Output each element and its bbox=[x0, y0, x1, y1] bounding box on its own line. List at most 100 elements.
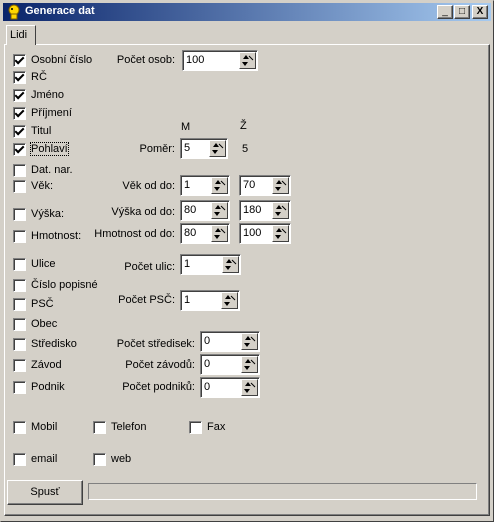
value-pocet-stredisek: 0 bbox=[204, 335, 211, 347]
spin-arrows-icon[interactable] bbox=[241, 379, 258, 396]
label-pocet-psc: Počet PSČ: bbox=[118, 294, 175, 306]
checkbox-rc[interactable] bbox=[13, 71, 26, 84]
label-stredisko: Středisko bbox=[31, 338, 77, 350]
label-mobil: Mobil bbox=[31, 421, 58, 433]
label-prijmeni: Příjmení bbox=[31, 107, 72, 119]
label-email: email bbox=[31, 453, 58, 465]
value-pocet-ulic: 1 bbox=[184, 258, 191, 270]
label-hmotnost-od-do: Hmotnost od do: bbox=[94, 228, 175, 240]
checkbox-dat-nar[interactable] bbox=[13, 164, 26, 177]
label-titul: Titul bbox=[31, 125, 52, 137]
label-pocet-osob: Počet osob: bbox=[116, 54, 175, 66]
spin-arrows-icon[interactable] bbox=[241, 333, 258, 350]
value-pomer-z: 5 bbox=[242, 143, 249, 155]
label-pomer: Poměr: bbox=[139, 143, 175, 155]
spin-arrows-icon[interactable] bbox=[221, 292, 238, 309]
label-obec: Obec bbox=[31, 318, 58, 330]
value-vek-od: 1 bbox=[184, 179, 191, 191]
minimize-button[interactable]: _ bbox=[437, 5, 453, 19]
label-ulice: Ulice bbox=[31, 258, 56, 270]
value-pocet-zavodu: 0 bbox=[204, 358, 211, 370]
value-pocet-osob: 100 bbox=[186, 54, 205, 66]
checkbox-hmotnost[interactable] bbox=[13, 230, 26, 243]
spin-vek-od[interactable]: 1 bbox=[180, 175, 230, 196]
label-rc: RČ bbox=[31, 71, 47, 83]
spin-arrows-icon[interactable] bbox=[211, 177, 228, 194]
label-jmeno: Jméno bbox=[31, 89, 65, 101]
checkbox-osobni-cislo[interactable] bbox=[13, 54, 26, 67]
checkbox-pohlavi[interactable] bbox=[13, 143, 26, 156]
spin-vek-do[interactable]: 70 bbox=[239, 175, 291, 196]
window-title: Generace dat bbox=[25, 5, 95, 17]
spustit-button[interactable]: Spusť bbox=[7, 480, 83, 505]
value-hmotnost-do: 100 bbox=[243, 227, 262, 239]
label-zavod: Závod bbox=[31, 359, 62, 371]
header-z: Ž bbox=[240, 120, 247, 132]
spin-arrows-icon[interactable] bbox=[222, 256, 239, 273]
checkbox-cislo-popisne[interactable] bbox=[13, 279, 26, 292]
value-hmotnost-od: 80 bbox=[184, 227, 197, 239]
header-m: M bbox=[181, 121, 191, 133]
spin-arrows-icon[interactable] bbox=[239, 52, 256, 69]
label-web: web bbox=[111, 453, 132, 465]
checkbox-podnik[interactable] bbox=[13, 381, 26, 394]
spin-hmotnost-od[interactable]: 80 bbox=[180, 223, 230, 244]
spin-pomer[interactable]: 5 bbox=[180, 138, 228, 159]
spin-arrows-icon[interactable] bbox=[211, 225, 228, 242]
checkbox-web[interactable] bbox=[93, 453, 106, 466]
spin-vyska-od[interactable]: 80 bbox=[180, 200, 230, 221]
spin-arrows-icon[interactable] bbox=[209, 140, 226, 157]
checkbox-vyska[interactable] bbox=[13, 208, 26, 221]
spin-hmotnost-do[interactable]: 100 bbox=[239, 223, 291, 244]
label-pohlavi: Pohlaví bbox=[30, 142, 69, 156]
label-vyska: Výška: bbox=[31, 208, 65, 220]
value-pocet-podniku: 0 bbox=[204, 381, 211, 393]
spin-arrows-icon[interactable] bbox=[272, 225, 289, 242]
spin-arrows-icon[interactable] bbox=[211, 202, 228, 219]
label-pocet-zavodu: Počet závodů: bbox=[125, 359, 195, 371]
app-icon bbox=[8, 4, 20, 20]
spin-vyska-do[interactable]: 180 bbox=[239, 200, 291, 221]
label-vek: Věk: bbox=[31, 180, 54, 192]
label-podnik: Podnik bbox=[31, 381, 65, 393]
label-psc: PSČ bbox=[31, 298, 54, 310]
spin-pocet-podniku[interactable]: 0 bbox=[200, 377, 260, 398]
label-telefon: Telefon bbox=[111, 421, 147, 433]
value-vyska-do: 180 bbox=[243, 204, 262, 216]
spin-arrows-icon[interactable] bbox=[272, 177, 289, 194]
checkbox-psc[interactable] bbox=[13, 298, 26, 311]
checkbox-email[interactable] bbox=[13, 453, 26, 466]
checkbox-stredisko[interactable] bbox=[13, 338, 26, 351]
spin-arrows-icon[interactable] bbox=[241, 356, 258, 373]
progress-bar bbox=[88, 483, 477, 500]
checkbox-telefon[interactable] bbox=[93, 421, 106, 434]
label-hmotnost: Hmotnost: bbox=[31, 230, 82, 242]
spin-arrows-icon[interactable] bbox=[272, 202, 289, 219]
checkbox-vek[interactable] bbox=[13, 180, 26, 193]
checkbox-ulice[interactable] bbox=[13, 258, 26, 271]
checkbox-zavod[interactable] bbox=[13, 359, 26, 372]
checkbox-fax[interactable] bbox=[189, 421, 202, 434]
spin-pocet-osob[interactable]: 100 bbox=[182, 50, 258, 71]
label-dat-nar: Dat. nar. bbox=[31, 164, 73, 176]
checkbox-jmeno[interactable] bbox=[13, 89, 26, 102]
label-pocet-ulic: Počet ulic: bbox=[124, 261, 175, 273]
value-pomer: 5 bbox=[184, 142, 191, 154]
tab-lidi[interactable]: Lidi bbox=[6, 25, 36, 45]
checkbox-mobil[interactable] bbox=[13, 421, 26, 434]
spin-pocet-psc[interactable]: 1 bbox=[180, 290, 240, 311]
value-vek-do: 70 bbox=[243, 179, 256, 191]
checkbox-prijmeni[interactable] bbox=[13, 107, 26, 120]
label-fax: Fax bbox=[207, 421, 226, 433]
close-button[interactable]: X bbox=[472, 5, 488, 19]
tab-label: Lidi bbox=[10, 29, 28, 41]
main-window: Generace dat _ □ X Lidi Osobní číslo RČ … bbox=[0, 0, 494, 522]
spin-pocet-zavodu[interactable]: 0 bbox=[200, 354, 260, 375]
title-bar[interactable]: Generace dat _ □ X bbox=[3, 3, 491, 21]
maximize-button[interactable]: □ bbox=[454, 5, 470, 19]
checkbox-titul[interactable] bbox=[13, 125, 26, 138]
label-osobni-cislo: Osobní číslo bbox=[31, 54, 93, 66]
checkbox-obec[interactable] bbox=[13, 318, 26, 331]
spin-pocet-stredisek[interactable]: 0 bbox=[200, 331, 260, 352]
spin-pocet-ulic[interactable]: 1 bbox=[180, 254, 241, 275]
